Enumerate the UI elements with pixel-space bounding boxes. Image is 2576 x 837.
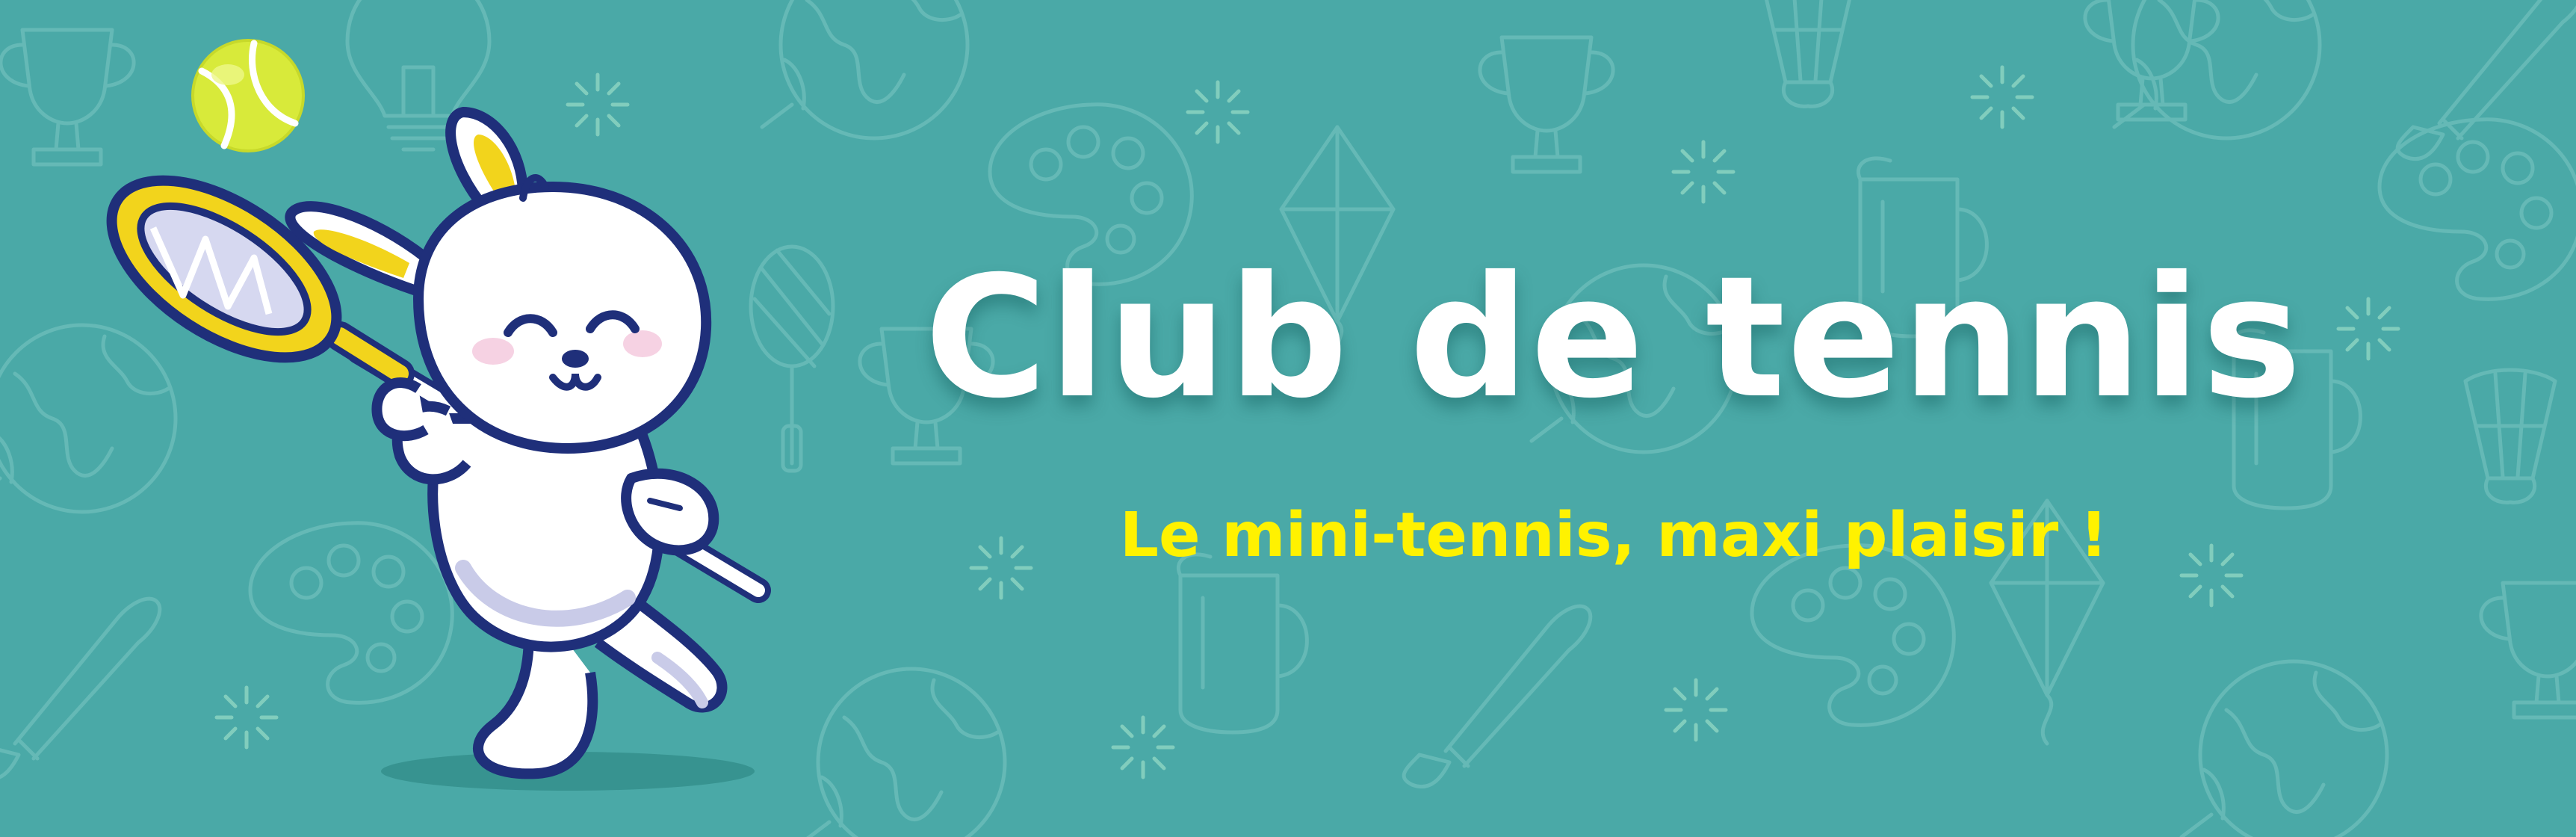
trophy-icon bbox=[1480, 37, 1613, 172]
trophy-icon bbox=[2481, 583, 2576, 717]
shuttlecock-icon bbox=[1763, 0, 1853, 106]
paint-brush-icon bbox=[1404, 606, 1591, 786]
mug-icon bbox=[1178, 555, 1307, 732]
shuttlecock-icon bbox=[2465, 370, 2555, 502]
club-banner: Club de tennis Le mini-tennis, maxi plai… bbox=[0, 0, 2576, 837]
paint-brush-icon bbox=[2397, 0, 2576, 159]
bunny-mascot bbox=[106, 39, 771, 791]
tagline: Le mini-tennis, maxi plaisir ! bbox=[1119, 500, 2108, 571]
tennis-ball-icon bbox=[191, 39, 305, 152]
page-title: Club de tennis bbox=[924, 240, 2303, 435]
paint-palette-icon bbox=[2380, 120, 2576, 300]
paint-palette-icon bbox=[1752, 546, 1954, 726]
globe-icon bbox=[2182, 661, 2387, 837]
